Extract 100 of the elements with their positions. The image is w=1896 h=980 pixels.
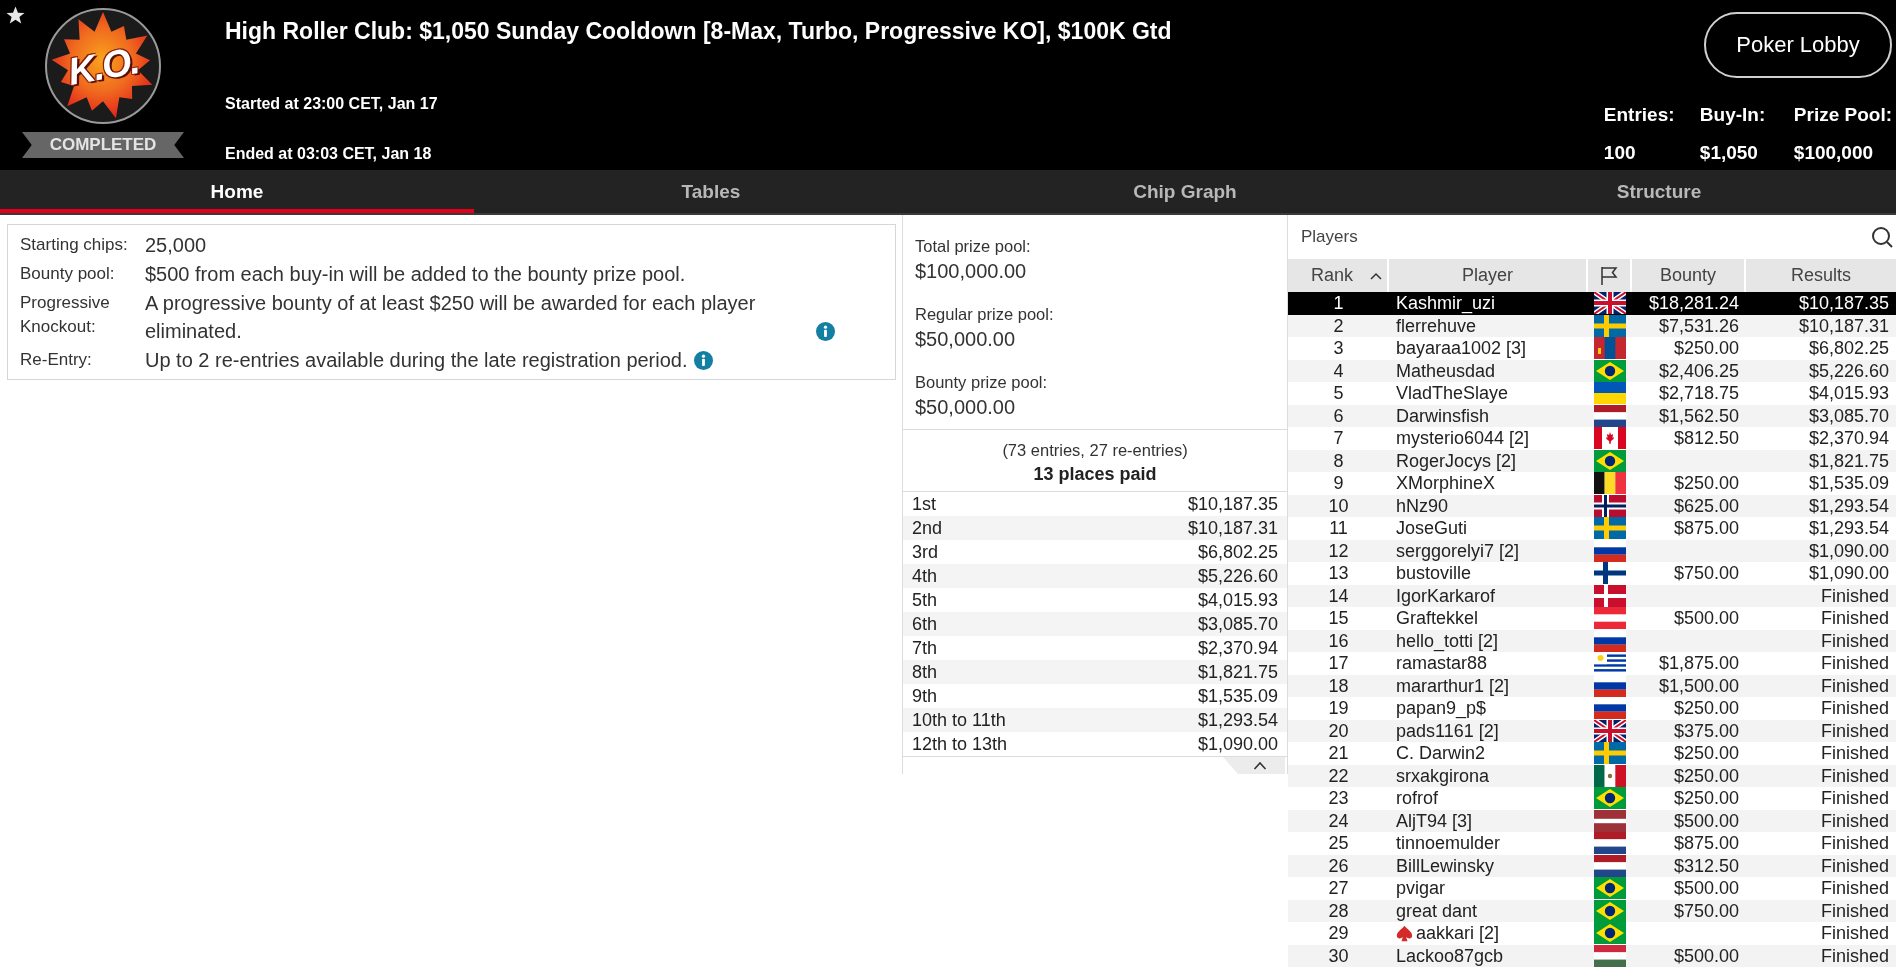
column-header[interactable]: Results bbox=[1746, 259, 1896, 292]
rank-number: 25 bbox=[1328, 833, 1349, 854]
player-row[interactable]: 1 Kashmir_uzi $18,281.24 $10,187.35 bbox=[1288, 292, 1896, 315]
flag-icon bbox=[1600, 265, 1618, 286]
result-amount: $1,535.09 bbox=[1808, 473, 1889, 494]
tab[interactable]: Tables bbox=[474, 170, 948, 213]
result-amount: Finished bbox=[1820, 878, 1889, 899]
bounty-amount: $500.00 bbox=[1673, 945, 1739, 966]
rank-number: 15 bbox=[1328, 608, 1349, 629]
star-icon[interactable] bbox=[6, 6, 25, 25]
rank-number: 13 bbox=[1328, 563, 1349, 584]
bounty-amount: $750.00 bbox=[1673, 563, 1739, 584]
detail-label: Starting chips: bbox=[20, 234, 128, 256]
result-amount: Finished bbox=[1820, 788, 1889, 809]
bounty-amount: $2,718.75 bbox=[1658, 383, 1739, 404]
place-label: 9th bbox=[912, 686, 938, 706]
collapse-button[interactable] bbox=[1223, 757, 1285, 774]
place-label: 6th bbox=[912, 614, 938, 634]
rank-number: 8 bbox=[1333, 450, 1344, 471]
rank-number: 14 bbox=[1328, 585, 1349, 606]
rank-number: 1 bbox=[1333, 293, 1344, 314]
chevron-up-icon bbox=[1253, 761, 1267, 770]
rank-number: 19 bbox=[1328, 698, 1349, 719]
player-row[interactable]: 22 srxakgirona $250.00 Finished bbox=[1288, 764, 1896, 787]
result-amount: Finished bbox=[1820, 945, 1889, 966]
rank-number: 28 bbox=[1328, 900, 1349, 921]
player-row[interactable]: 24 AljT94 [3] $500.00 Finished bbox=[1288, 809, 1896, 832]
stat-value: $100,000 bbox=[1793, 141, 1874, 165]
player-row[interactable]: 20 pads1161 [2] $375.00 Finished bbox=[1288, 719, 1896, 742]
poker-lobby-button[interactable]: Poker Lobby bbox=[1704, 12, 1892, 78]
tab[interactable]: Home bbox=[0, 170, 474, 213]
player-row[interactable]: 14 IgorKarkarof Finished bbox=[1288, 584, 1896, 607]
rank-number: 23 bbox=[1328, 788, 1349, 809]
player-row[interactable]: 16 hello_totti [2] Finished bbox=[1288, 629, 1896, 652]
player-name: Darwinsfish bbox=[1396, 405, 1490, 426]
rank-number: 9 bbox=[1333, 473, 1344, 494]
rank-number: 16 bbox=[1328, 630, 1349, 651]
result-amount: Finished bbox=[1820, 585, 1889, 606]
places-paid: 13 places paid bbox=[1033, 463, 1157, 486]
bounty-amount: $2,406.25 bbox=[1658, 360, 1739, 381]
payout-amount: $1,535.09 bbox=[1197, 686, 1278, 706]
player-row[interactable]: 4 Matheusdad $2,406.25 $5,226.60 bbox=[1288, 359, 1896, 382]
player-row[interactable]: 10 hNz90 $625.00 $1,293.54 bbox=[1288, 494, 1896, 517]
player-row[interactable]: 6 Darwinsfish $1,562.50 $3,085.70 bbox=[1288, 404, 1896, 427]
pool-label: Regular prize pool: bbox=[915, 304, 1054, 325]
search-icon[interactable] bbox=[1871, 226, 1893, 248]
player-row[interactable]: 12 serggorelyi7 [2] $1,090.00 bbox=[1288, 539, 1896, 562]
stat-value: $1,050 bbox=[1699, 141, 1758, 165]
result-amount: $1,821.75 bbox=[1808, 450, 1889, 471]
detail-label: Re-Entry: bbox=[20, 349, 92, 371]
rank-number: 4 bbox=[1333, 360, 1344, 381]
result-amount: Finished bbox=[1820, 675, 1889, 696]
rank-number: 27 bbox=[1328, 878, 1349, 899]
player-name: BillLewinsky bbox=[1396, 855, 1495, 876]
tab[interactable]: Chip Graph bbox=[948, 170, 1422, 213]
info-icon[interactable] bbox=[816, 322, 835, 341]
column-header[interactable] bbox=[1588, 259, 1632, 292]
info-icon[interactable] bbox=[693, 351, 713, 370]
bounty-amount: $500.00 bbox=[1673, 608, 1739, 629]
result-amount: Finished bbox=[1820, 765, 1889, 786]
result-amount: $2,370.94 bbox=[1808, 428, 1889, 449]
player-row[interactable]: 2 flerrehuve $7,531.26 $10,187.31 bbox=[1288, 314, 1896, 337]
column-header[interactable]: Player bbox=[1389, 259, 1588, 292]
bounty-amount: $375.00 bbox=[1673, 720, 1739, 741]
stat-label: Buy-In: bbox=[1699, 103, 1766, 127]
bounty-amount: $250.00 bbox=[1673, 788, 1739, 809]
result-amount: $1,293.54 bbox=[1808, 518, 1889, 539]
player-name: rofrof bbox=[1396, 788, 1438, 809]
bounty-amount: $1,562.50 bbox=[1658, 405, 1739, 426]
column-header[interactable]: Rank bbox=[1288, 259, 1389, 292]
player-name: bustoville bbox=[1396, 563, 1472, 584]
bounty-amount: $250.00 bbox=[1673, 743, 1739, 764]
player-name: RogerJocys [2] bbox=[1396, 450, 1517, 471]
bounty-amount: $250.00 bbox=[1673, 765, 1739, 786]
bounty-amount: $750.00 bbox=[1673, 900, 1739, 921]
rank-number: 18 bbox=[1328, 675, 1349, 696]
player-name: JoseGuti bbox=[1396, 518, 1468, 539]
end-time: Ended at 03:03 CET, Jan 18 bbox=[225, 144, 432, 164]
rank-number: 26 bbox=[1328, 855, 1349, 876]
player-row[interactable]: 18 mararthur1 [2] $1,500.00 Finished bbox=[1288, 674, 1896, 697]
player-row[interactable]: 28 great dant $750.00 Finished bbox=[1288, 899, 1896, 922]
column-header[interactable]: Bounty bbox=[1632, 259, 1746, 292]
rank-number: 5 bbox=[1333, 383, 1344, 404]
tab[interactable]: Structure bbox=[1422, 170, 1896, 213]
player-row[interactable]: 30 Lackoo87gcb $500.00 Finished bbox=[1288, 944, 1896, 967]
player-row[interactable]: 8 RogerJocys [2] $1,821.75 bbox=[1288, 449, 1896, 472]
place-label: 5th bbox=[912, 590, 938, 610]
result-amount: Finished bbox=[1820, 900, 1889, 921]
result-amount: $1,090.00 bbox=[1808, 540, 1889, 561]
rank-number: 29 bbox=[1328, 923, 1349, 944]
place-label: 4th bbox=[912, 566, 938, 586]
payout-amount: $10,187.35 bbox=[1187, 494, 1278, 514]
player-name: serggorelyi7 [2] bbox=[1396, 540, 1520, 561]
result-amount: $5,226.60 bbox=[1808, 360, 1889, 381]
bounty-amount: $1,500.00 bbox=[1658, 675, 1739, 696]
rank-number: 17 bbox=[1328, 653, 1349, 674]
rank-number: 12 bbox=[1328, 540, 1349, 561]
player-row[interactable]: 26 BillLewinsky $312.50 Finished bbox=[1288, 854, 1896, 877]
pool-amount: $50,000.00 bbox=[915, 395, 1016, 420]
payout-amount: $1,821.75 bbox=[1197, 662, 1278, 682]
